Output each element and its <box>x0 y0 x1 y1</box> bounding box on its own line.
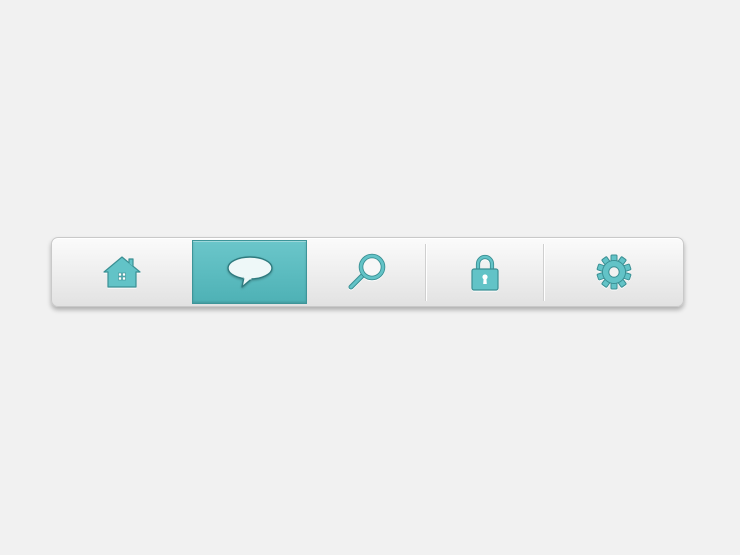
lock-icon <box>468 252 502 292</box>
tab-lock[interactable] <box>426 238 544 306</box>
speech-bubble-icon <box>225 254 275 290</box>
search-icon <box>345 253 389 291</box>
tab-bar <box>51 237 684 307</box>
tab-chat[interactable] <box>192 240 307 304</box>
gear-icon <box>595 253 633 291</box>
tab-home[interactable] <box>52 238 192 306</box>
tab-search[interactable] <box>307 238 426 306</box>
home-icon <box>102 254 142 290</box>
tab-settings[interactable] <box>544 238 683 306</box>
